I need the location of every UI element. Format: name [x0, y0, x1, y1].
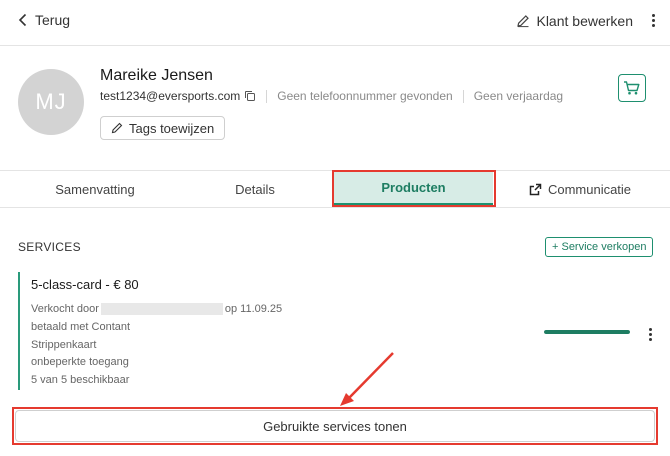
- service-type: Strippenkaart: [31, 339, 97, 351]
- customer-name: Mareike Jensen: [100, 67, 213, 84]
- pencil-icon: [111, 122, 123, 134]
- top-bar: Terug Klant bewerken: [0, 0, 670, 46]
- tab-bar: Samenvatting Details Producten Communica…: [0, 170, 670, 208]
- tab-summary[interactable]: Samenvatting: [0, 171, 190, 208]
- assign-tags-button[interactable]: Tags toewijzen: [100, 116, 226, 140]
- service-remaining: 5 van 5 beschikbaar: [31, 374, 130, 386]
- usage-progress-fill: [544, 330, 630, 334]
- tab-products[interactable]: Producten: [334, 172, 493, 205]
- sold-by-prefix: Verkocht door: [31, 303, 99, 315]
- avatar: MJ: [18, 69, 84, 135]
- service-more-options-icon[interactable]: [647, 326, 654, 343]
- tab-details[interactable]: Details: [190, 171, 320, 208]
- chevron-left-icon: [18, 13, 27, 27]
- redacted-seller: [100, 303, 223, 315]
- service-payment: betaald met Contant: [31, 321, 131, 333]
- assign-tags-label: Tags toewijzen: [129, 120, 215, 136]
- service-title: 5-class-card - € 80: [31, 277, 139, 292]
- customer-meta: test1234@eversports.com Geen telefoonnum…: [100, 89, 563, 103]
- cart-button[interactable]: [618, 74, 646, 102]
- divider: [266, 89, 268, 103]
- back-button[interactable]: Terug: [18, 12, 70, 28]
- customer-phone: Geen telefoonnummer gevonden: [277, 89, 453, 103]
- service-card: 5-class-card - € 80 Verkocht door op 11.…: [18, 272, 658, 390]
- customer-email: test1234@eversports.com: [100, 89, 241, 103]
- back-label: Terug: [35, 12, 71, 28]
- sold-on-date: op 11.09.25: [224, 303, 283, 315]
- tab-communication[interactable]: Communicatie: [505, 171, 655, 208]
- sell-service-button[interactable]: + Service verkopen: [545, 237, 654, 257]
- service-sold-by: Verkocht door op 11.09.25: [31, 303, 282, 315]
- tab-communication-label: Communicatie: [547, 182, 632, 197]
- shopping-cart-icon: [624, 81, 640, 95]
- external-link-icon: [529, 183, 542, 196]
- service-access: onbeperkte toegang: [31, 356, 129, 368]
- usage-progress-bar: [544, 330, 630, 334]
- copy-icon[interactable]: [244, 90, 256, 102]
- customer-birthday: Geen verjaardag: [473, 89, 564, 103]
- show-used-services-button[interactable]: Gebruikte services tonen: [15, 410, 655, 442]
- edit-customer-label: Klant bewerken: [536, 12, 633, 29]
- pencil-icon: [517, 14, 530, 27]
- more-options-icon[interactable]: [649, 12, 658, 29]
- edit-customer-button[interactable]: Klant bewerken: [516, 12, 658, 29]
- section-title: SERVICES: [18, 240, 81, 254]
- divider: [462, 89, 464, 103]
